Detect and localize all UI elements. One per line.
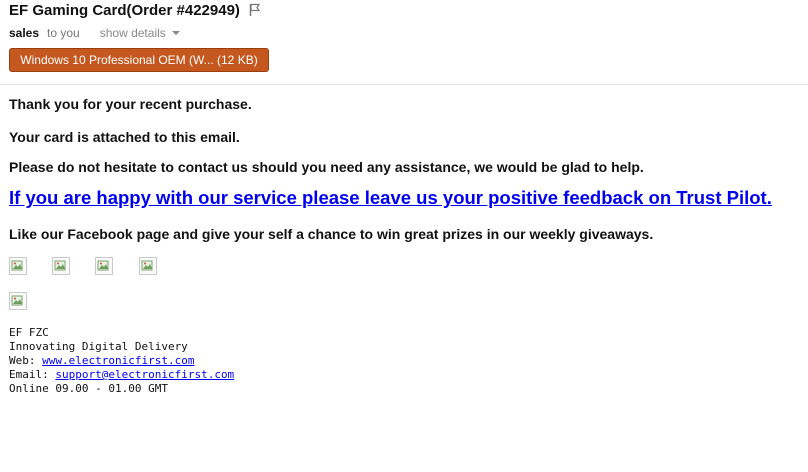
email-label: Email: (9, 368, 49, 381)
flag-icon[interactable] (249, 3, 261, 17)
broken-image-icon[interactable] (9, 257, 27, 275)
website-link[interactable]: www.electronicfirst.com (42, 354, 194, 367)
thank-you-line: Thank you for your recent purchase. (9, 96, 252, 112)
header-divider (0, 84, 808, 85)
web-label: Web: (9, 354, 36, 367)
broken-image-icon (9, 292, 27, 310)
signature-email-row: Email: support@electronicfirst.com (9, 368, 234, 382)
attachment-label: Windows 10 Professional OEM (W... (12 KB… (20, 53, 258, 67)
email-header: EF Gaming Card(Order #422949) sales to y… (0, 0, 808, 84)
broken-image-icon[interactable] (139, 257, 157, 275)
broken-image-icon[interactable] (52, 257, 70, 275)
trustpilot-link[interactable]: If you are happy with our service please… (9, 187, 772, 209)
assistance-line: Please do not hesitate to contact us sho… (9, 159, 644, 175)
signature-block: EF FZC Innovating Digital Delivery Web: … (9, 326, 234, 396)
card-attached-line: Your card is attached to this email. (9, 129, 240, 145)
signature-hours: Online 09.00 - 01.00 GMT (9, 382, 168, 395)
attachment-button[interactable]: Windows 10 Professional OEM (W... (12 KB… (9, 48, 269, 72)
signature-web-row: Web: www.electronicfirst.com (9, 354, 234, 368)
show-details-toggle[interactable]: show details (100, 26, 180, 40)
show-details-label: show details (99, 26, 166, 40)
signature-company: EF FZC (9, 326, 49, 339)
subject-row: EF Gaming Card(Order #422949) (9, 0, 261, 20)
broken-image-icon[interactable] (95, 257, 113, 275)
sender-name[interactable]: sales (9, 26, 39, 40)
support-email-link[interactable]: support@electronicfirst.com (55, 368, 234, 381)
sender-row: sales to you show details (9, 24, 180, 42)
email-subject: EF Gaming Card(Order #422949) (9, 1, 240, 19)
signature-tagline: Innovating Digital Delivery (9, 340, 188, 353)
chevron-down-icon (171, 31, 180, 35)
facebook-line: Like our Facebook page and give your sel… (9, 226, 654, 242)
recipient-label: to you (47, 26, 80, 40)
